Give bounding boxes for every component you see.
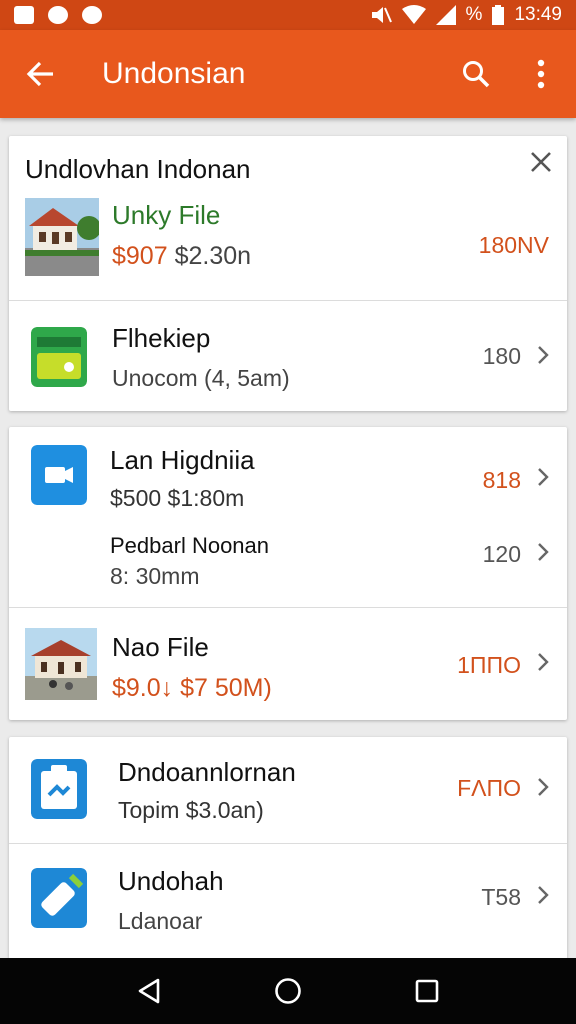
- list-item-undohah[interactable]: Undohah Ldanoar T58: [9, 844, 567, 959]
- mute-icon: [371, 7, 392, 23]
- sub-item-title: Pedbarl Noonan: [110, 533, 270, 558]
- list-item-title: Nao File: [112, 632, 209, 662]
- result-card-1: Undlovhan Indonan Unky File $907 $2.30n …: [9, 136, 567, 411]
- sync-notification-icon: [48, 6, 68, 24]
- house-thumbnail: [25, 198, 99, 276]
- list-item-value: T58: [481, 884, 521, 910]
- app-notification-icon: [82, 6, 102, 24]
- usb-app-icon: [31, 868, 87, 928]
- card-header-row[interactable]: Undlovhan Indonan Unky File $907 $2.30n …: [9, 136, 567, 301]
- nav-back-button[interactable]: [124, 966, 174, 1016]
- signal-icon: [435, 5, 456, 25]
- list-item-flhekiep[interactable]: Flhekiep Unocom (4, 5am) 180: [9, 301, 567, 411]
- close-icon[interactable]: [529, 150, 553, 174]
- list-item-title: Lan Higdniia: [110, 445, 255, 475]
- listing-value: 180NV: [478, 232, 549, 258]
- chevron-right-icon: [538, 468, 549, 486]
- back-button[interactable]: [0, 30, 80, 118]
- chevron-right-icon: [538, 778, 549, 796]
- listing-title: Unky File: [112, 200, 221, 230]
- building-thumbnail: [25, 628, 97, 700]
- listing-price-primary: $907: [112, 242, 168, 270]
- card-header-title: Undlovhan Indonan: [25, 154, 251, 184]
- status-bar: % 13:49: [0, 0, 576, 30]
- nav-home-button[interactable]: [263, 966, 313, 1016]
- list-item-subtitle: Topim $3.0an): [118, 797, 264, 823]
- list-item-value: 180: [482, 343, 521, 369]
- video-app-icon: [31, 445, 87, 505]
- list-item-lan-higdniia[interactable]: Lan Higdniia $500 $1:80m 818 Pedbarl Noo…: [9, 427, 567, 608]
- list-item-subtitle: $9.0↓ $7 50M): [112, 674, 272, 702]
- battery-percent: %: [465, 4, 483, 25]
- chevron-right-icon: [538, 346, 549, 364]
- list-item-subtitle: Ldanoar: [118, 908, 203, 934]
- sub-item-subtitle: 8: 30mm: [110, 563, 200, 589]
- chevron-right-icon: [538, 886, 549, 904]
- list-item-value: FΛΠΟ: [457, 775, 521, 801]
- list-item-value: 1ΠΠΟ: [457, 652, 521, 678]
- nav-recents-icon: [415, 979, 438, 1003]
- list-item-value: 818: [482, 467, 521, 493]
- nav-back-icon: [139, 978, 160, 1004]
- list-item-nao-file[interactable]: Nao File $9.0↓ $7 50M) 1ΠΠΟ: [9, 608, 567, 720]
- overflow-menu-button[interactable]: [506, 30, 576, 118]
- search-icon: [463, 61, 490, 88]
- result-card-3: Dndoannlornan Topim $3.0an) FΛΠΟ Undohah…: [9, 737, 567, 959]
- result-card-2: Lan Higdniia $500 $1:80m 818 Pedbarl Noo…: [9, 427, 567, 720]
- navigation-bar: [0, 958, 576, 1024]
- nav-home-icon: [275, 978, 301, 1004]
- wifi-icon: [401, 5, 426, 24]
- nav-recents-button[interactable]: [402, 966, 452, 1016]
- battery-icon: [492, 5, 505, 25]
- search-button[interactable]: [446, 30, 506, 118]
- listing-prices: $907 $2.30n: [112, 242, 251, 271]
- listing-price-secondary: $2.30n: [174, 242, 252, 270]
- chevron-right-icon: [538, 543, 549, 561]
- app-title: Undonsian: [102, 57, 246, 90]
- document-app-icon: [31, 759, 87, 819]
- image-notification-icon: [14, 6, 34, 24]
- sub-item-value: 120: [482, 541, 521, 567]
- folder-app-icon: [31, 327, 87, 387]
- list-item-subtitle: $500 $1:80m: [110, 485, 245, 511]
- chevron-right-icon: [538, 653, 549, 671]
- list-item-subtitle: Unocom (4, 5am): [112, 365, 290, 391]
- list-item-title: Dndoannlornan: [118, 757, 296, 787]
- arrow-back-icon: [26, 61, 53, 87]
- list-item-title: Flhekiep: [112, 323, 211, 353]
- clock: 13:49: [514, 4, 562, 25]
- list-item-title: Undohah: [118, 866, 224, 896]
- app-bar: Undonsian: [0, 30, 576, 118]
- more-vert-icon: [537, 59, 545, 89]
- list-item-dndoannlornan[interactable]: Dndoannlornan Topim $3.0an) FΛΠΟ: [9, 737, 567, 844]
